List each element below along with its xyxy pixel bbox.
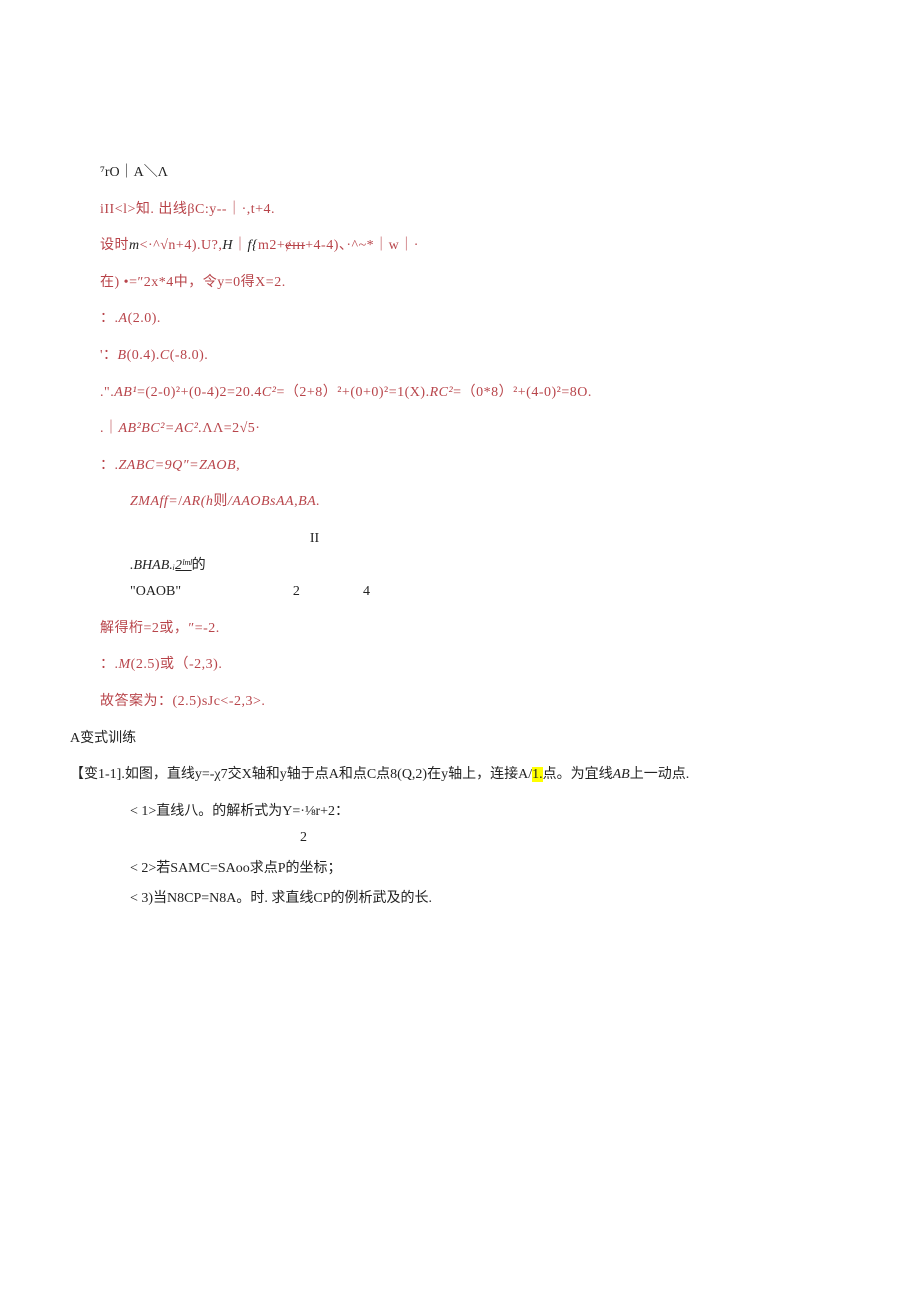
line-3d: H <box>222 238 233 253</box>
line-3g: m2+ɇɪɪɪ+4-4)、·^~*｜w｜· <box>258 238 419 253</box>
line-6b: B <box>118 348 127 363</box>
line-3f: f{ <box>247 238 258 253</box>
l7c: =(2-0)²+(0-4)2=20.4 <box>137 385 262 400</box>
line-1: ⁷rO｜A＼Λ <box>100 160 840 187</box>
line-5b: A <box>119 311 128 326</box>
line-10: ZMAff=/AR(h则/AAOBsAA,BA. <box>130 489 840 516</box>
l17a: 【变1-1].如图，直线y=-χ7交X轴和y轴于点A和点C点8(Q,2)在y轴上… <box>70 767 532 782</box>
line-6c: (0.4). <box>127 348 160 363</box>
l10e: /AAOBsAA,BA. <box>228 494 320 509</box>
l18a: < 1>直线八。的解析式为Y=·⅛r+2： <box>130 804 349 819</box>
l7f: RC² <box>430 385 454 400</box>
line-7: .".AB¹=(2-0)²+(0-4)2=20.4C²=（2+8）²+(0+0)… <box>100 380 840 407</box>
line-18: < 1>直线八。的解析式为Y=·⅛r+2： 2 <box>130 799 840 852</box>
line-20: < 3)当N8CP=N8A。时. 求直线CP的例析武及的长. <box>130 886 840 913</box>
line-16: A变式训练 <box>70 726 840 753</box>
l8c: ΛΛ=2√5· <box>202 421 260 436</box>
l9b: ZABC=9Q″=ZAOB, <box>119 458 241 473</box>
line-14: ：.M(2.5)或（-2,3). <box>100 652 840 679</box>
l14a: ：. <box>100 657 119 672</box>
l10a: ZMAff= <box>130 494 178 509</box>
l8a: .｜ <box>100 421 119 436</box>
l7d: C² <box>262 385 277 400</box>
line-5: ：.A(2.0). <box>100 306 840 333</box>
line-6: '：B(0.4).C(-8.0). <box>100 343 840 370</box>
grid-d: 2 <box>242 579 300 606</box>
l18b: 2 <box>300 830 307 845</box>
line-6d: C <box>160 348 170 363</box>
grid-c: "OAOB" <box>130 579 232 606</box>
line-3b: m <box>129 238 140 253</box>
line-6a: '： <box>100 348 118 363</box>
line-5a: ：. <box>100 311 119 326</box>
line-15: 故答案为：(2.5)sJc<-2,3>. <box>100 689 840 716</box>
line-13: 解得桁=2或，″=-2. <box>100 616 840 643</box>
grid-ii: II <box>310 526 370 553</box>
line-3a: 设时 <box>100 238 129 253</box>
l14c: (2.5)或（-2,3). <box>131 657 223 672</box>
line-5c: (2.0). <box>128 311 161 326</box>
sub-items: < 1>直线八。的解析式为Y=·⅛r+2： 2 < 2>若SAMC=SAoo求点… <box>130 799 840 913</box>
grid-a: .BHAB.ᵢ2ˡᵐˡ的 <box>130 553 370 580</box>
l7a: .". <box>100 385 114 400</box>
line-8: .｜AB²BC²=AC².ΛΛ=2√5· <box>100 416 840 443</box>
line-17: 【变1-1].如图，直线y=-χ7交X轴和y轴于点A和点C点8(Q,2)在y轴上… <box>70 762 840 789</box>
l17c: 点。为宜线AB上一动点. <box>543 767 690 782</box>
line-3e: ｜ <box>233 238 248 253</box>
l9a: ：. <box>100 458 119 473</box>
line-9: ：.ZABC=9Q″=ZAOB, <box>100 453 840 480</box>
l7b: AB¹ <box>114 385 137 400</box>
line-4: 在) •=″2x*4中，令y=0得X=2. <box>100 270 840 297</box>
line-19: < 2>若SAMC=SAoo求点P的坐标； <box>130 856 840 883</box>
l14b: M <box>119 657 131 672</box>
l8b: AB²BC²=AC². <box>119 421 203 436</box>
l7g: =（0*8）²+(4-0)²=8O. <box>453 385 592 400</box>
l10d: 则 <box>213 494 228 509</box>
highlight: 1. <box>532 767 543 782</box>
l10c: AR(h <box>183 494 214 509</box>
grid-e: 4 <box>310 579 370 606</box>
line-3c: <·^√n+4).U?, <box>140 238 223 253</box>
line-6e: (-8.0). <box>170 348 209 363</box>
l7e: =（2+8）²+(0+0)²=1(X). <box>276 385 429 400</box>
line-3: 设时m<·^√n+4).U?,H｜f{m2+ɇɪɪɪ+4-4)、·^~*｜w｜· <box>100 233 840 260</box>
line-2: iII<l>知. 出线βC:y--｜·,t+4. <box>100 197 840 224</box>
page-content: ⁷rO｜A＼Λ iII<l>知. 出线βC:y--｜·,t+4. 设时m<·^√… <box>0 0 920 977</box>
grid-block: II .BHAB.ᵢ2ˡᵐˡ的 "OAOB" 2 4 <box>100 526 840 606</box>
